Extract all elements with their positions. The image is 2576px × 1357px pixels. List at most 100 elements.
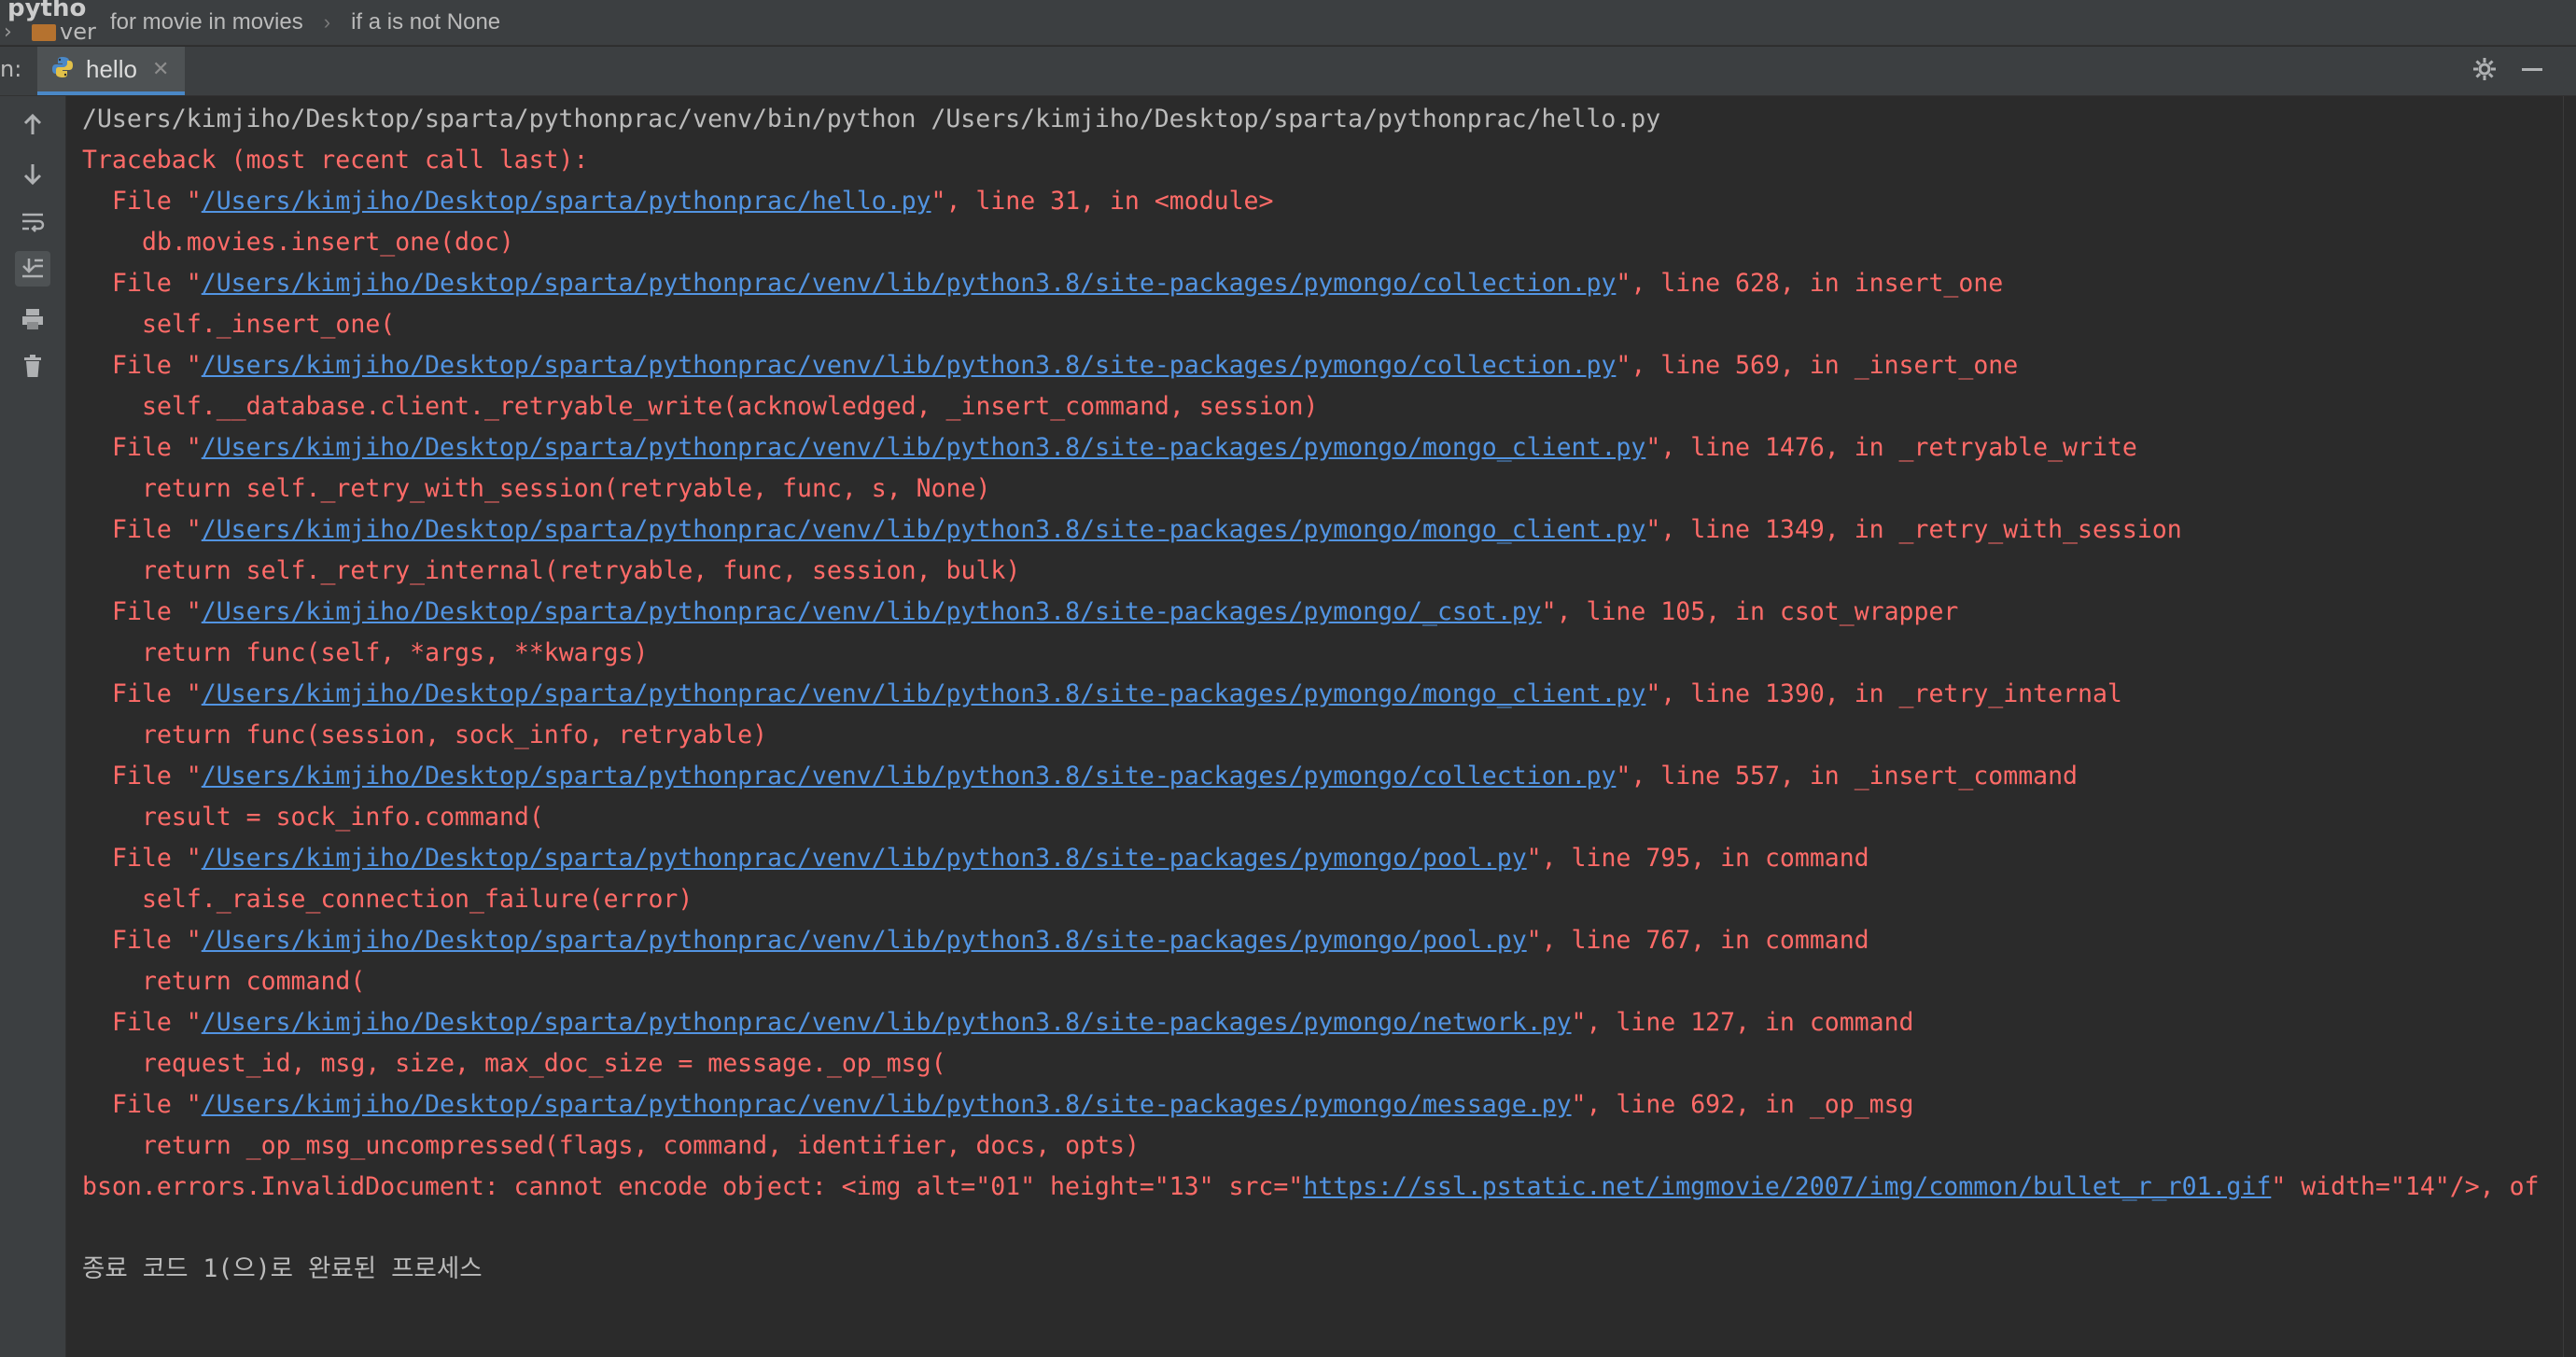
file-prefix: File "	[112, 433, 202, 462]
traceback-code-line: return self._retry_internal(retryable, f…	[142, 556, 1021, 585]
traceback-code-line: return func(self, *args, **kwargs)	[142, 638, 649, 667]
traceback-code-line: return func(session, sock_info, retryabl…	[142, 720, 768, 749]
file-link[interactable]: /Users/kimjiho/Desktop/sparta/pythonprac…	[202, 269, 1617, 298]
traceback-frames: File "/Users/kimjiho/Desktop/sparta/pyth…	[82, 181, 2561, 1167]
python-icon	[50, 55, 75, 83]
file-location: "	[1571, 1008, 1587, 1037]
error-message: bson.errors.InvalidDocument: cannot enco…	[82, 1167, 2561, 1208]
traceback-file-line: File "/Users/kimjiho/Desktop/sparta/pyth…	[82, 1002, 2561, 1043]
file-link[interactable]: /Users/kimjiho/Desktop/sparta/pythonprac…	[202, 515, 1646, 544]
traceback-file-line: File "/Users/kimjiho/Desktop/sparta/pyth…	[82, 1084, 2561, 1126]
file-location: "	[1526, 926, 1542, 955]
chevron-right-icon: ›	[323, 10, 331, 34]
traceback-file-line: File "/Users/kimjiho/Desktop/sparta/pyth…	[82, 674, 2561, 715]
exit-message: 종료 코드 1(으)로 완료된 프로세스	[82, 1254, 483, 1283]
file-prefix: File "	[112, 679, 202, 708]
breadcrumb: for movie in movies › if a is not None	[110, 6, 500, 39]
traceback-code-line: result = sock_info.command(	[142, 803, 544, 832]
file-link[interactable]: /Users/kimjiho/Desktop/sparta/pythonprac…	[202, 926, 1527, 955]
error-prefix: bson.errors.InvalidDocument: cannot enco…	[82, 1172, 1304, 1201]
file-link[interactable]: /Users/kimjiho/Desktop/sparta/pythonprac…	[202, 762, 1617, 790]
line-info: , line 127, in command	[1586, 1008, 1914, 1037]
traceback-file-line: File "/Users/kimjiho/Desktop/sparta/pyth…	[82, 920, 2561, 961]
file-location: "	[1645, 515, 1661, 544]
console-command-line: /Users/kimjiho/Desktop/sparta/pythonprac…	[82, 105, 1661, 133]
up-arrow-icon[interactable]	[15, 107, 50, 143]
tree-item-label[interactable]: ver	[60, 19, 96, 45]
file-prefix: File "	[112, 1008, 202, 1037]
close-icon[interactable]: ✕	[152, 58, 169, 81]
soft-wrap-icon[interactable]	[15, 204, 50, 240]
traceback-file-line: File "/Users/kimjiho/Desktop/sparta/pyth…	[82, 263, 2561, 304]
scroll-to-end-icon[interactable]	[15, 251, 50, 287]
traceback-code-line: db.movies.insert_one(doc)	[142, 228, 514, 257]
traceback-file-line: File "/Users/kimjiho/Desktop/sparta/pyth…	[82, 181, 2561, 222]
console-scrollbar[interactable]	[2563, 96, 2576, 1357]
line-info: , line 1476, in _retryable_write	[1660, 433, 2137, 462]
file-link[interactable]: /Users/kimjiho/Desktop/sparta/pythonprac…	[202, 597, 1542, 626]
file-location: "	[1526, 844, 1542, 873]
file-link[interactable]: /Users/kimjiho/Desktop/sparta/pythonprac…	[202, 351, 1617, 380]
file-prefix: File "	[112, 762, 202, 790]
file-location: "	[1645, 679, 1661, 708]
file-location: "	[1616, 269, 1631, 298]
down-arrow-icon[interactable]	[15, 156, 50, 191]
file-prefix: File "	[112, 515, 202, 544]
run-panel-label: n:	[0, 56, 22, 82]
run-tool-strip	[0, 96, 66, 1357]
print-icon[interactable]	[15, 301, 50, 337]
file-link[interactable]: /Users/kimjiho/Desktop/sparta/pythonprac…	[202, 1008, 1572, 1037]
run-tab-bar: n: hello ✕	[0, 47, 2576, 96]
trash-icon[interactable]	[15, 348, 50, 384]
traceback-code-line: self.__database.client._retryable_write(…	[142, 392, 1319, 421]
line-info: , line 1390, in _retry_internal	[1660, 679, 2122, 708]
error-link[interactable]: https://ssl.pstatic.net/imgmovie/2007/im…	[1303, 1172, 2271, 1201]
line-info: , line 767, in command	[1541, 926, 1869, 955]
traceback-code-line: return command(	[142, 967, 366, 996]
breadcrumb-item-if[interactable]: if a is not None	[351, 9, 500, 35]
file-location: "	[1616, 351, 1631, 380]
traceback-file-line: File "/Users/kimjiho/Desktop/sparta/pyth…	[82, 427, 2561, 469]
folder-icon	[32, 24, 56, 41]
error-suffix: " width="14"/>, of	[2271, 1172, 2540, 1201]
traceback-file-line: File "/Users/kimjiho/Desktop/sparta/pyth…	[82, 510, 2561, 551]
file-link[interactable]: /Users/kimjiho/Desktop/sparta/pythonprac…	[202, 187, 931, 216]
traceback-code-line: self._insert_one(	[142, 310, 396, 339]
line-info: , line 569, in _insert_one	[1631, 351, 2019, 380]
project-tree-stub: pytho › ver	[0, 0, 103, 45]
gear-icon[interactable]	[2471, 56, 2498, 86]
file-location: "	[1616, 762, 1631, 790]
traceback-header: Traceback (most recent call last):	[82, 146, 589, 175]
file-link[interactable]: /Users/kimjiho/Desktop/sparta/pythonprac…	[202, 679, 1646, 708]
top-strip: pytho › ver for movie in movies › if a i…	[0, 0, 2576, 46]
line-info: , line 557, in _insert_command	[1631, 762, 2079, 790]
traceback-code-line: return self._retry_with_session(retryabl…	[142, 474, 991, 503]
traceback-file-line: File "/Users/kimjiho/Desktop/sparta/pyth…	[82, 592, 2561, 633]
traceback-code-line: self._raise_connection_failure(error)	[142, 885, 693, 914]
tab-hello[interactable]: hello ✕	[37, 47, 185, 95]
line-info: , line 1349, in _retry_with_session	[1660, 515, 2182, 544]
file-location: "	[1645, 433, 1661, 462]
traceback-file-line: File "/Users/kimjiho/Desktop/sparta/pyth…	[82, 838, 2561, 879]
file-link[interactable]: /Users/kimjiho/Desktop/sparta/pythonprac…	[202, 844, 1527, 873]
line-info: , line 628, in insert_one	[1631, 269, 2004, 298]
minimize-icon[interactable]	[2520, 57, 2544, 85]
file-prefix: File "	[112, 269, 202, 298]
traceback-code-line: return _op_msg_uncompressed(flags, comma…	[142, 1131, 1140, 1160]
breadcrumb-item-for-loop[interactable]: for movie in movies	[110, 9, 303, 35]
file-link[interactable]: /Users/kimjiho/Desktop/sparta/pythonprac…	[202, 433, 1646, 462]
file-location: "	[931, 187, 946, 216]
file-link[interactable]: /Users/kimjiho/Desktop/sparta/pythonprac…	[202, 1090, 1572, 1119]
chevron-right-icon[interactable]: ›	[4, 21, 12, 44]
line-info: , line 795, in command	[1541, 844, 1869, 873]
line-info: , line 105, in csot_wrapper	[1556, 597, 1959, 626]
tab-label: hello	[86, 54, 137, 83]
file-prefix: File "	[112, 844, 202, 873]
file-prefix: File "	[112, 597, 202, 626]
console-output[interactable]: /Users/kimjiho/Desktop/sparta/pythonprac…	[82, 99, 2561, 1357]
file-prefix: File "	[112, 926, 202, 955]
traceback-file-line: File "/Users/kimjiho/Desktop/sparta/pyth…	[82, 345, 2561, 386]
line-info: , line 692, in _op_msg	[1586, 1090, 1914, 1119]
line-info: , line 31, in <module>	[945, 187, 1274, 216]
